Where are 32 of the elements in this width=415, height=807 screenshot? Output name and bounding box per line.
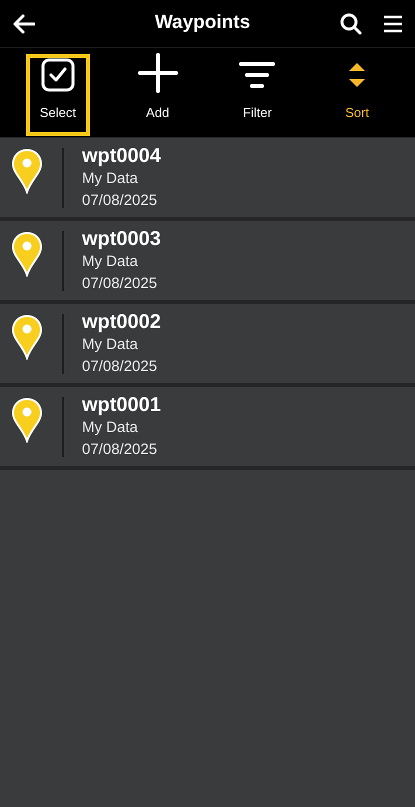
waypoint-source: My Data [82, 252, 139, 272]
checkbox-icon [40, 58, 75, 92]
waypoint-date: 07/08/2025 [82, 440, 158, 460]
page-title: Waypoints [154, 11, 250, 36]
waypoint-row[interactable]: wpt0001 My Data 07/08/2025 [0, 387, 415, 466]
waypoint-name: wpt0003 [82, 226, 161, 250]
waypoint-source: My Data [82, 418, 139, 438]
sort-icon [347, 61, 368, 90]
map-pin-icon [11, 397, 43, 443]
toolbar-button[interactable]: Select [26, 54, 90, 136]
waypoint-row[interactable]: wpt0004 My Data 07/08/2025 [0, 138, 415, 217]
back-arrow-icon [13, 14, 35, 34]
waypoint-row[interactable]: wpt0003 My Data 07/08/2025 [0, 221, 415, 300]
waypoint-name: wpt0004 [82, 144, 161, 168]
waypoint-source: My Data [82, 168, 139, 188]
map-pin-icon [11, 314, 43, 360]
waypoint-date: 07/08/2025 [82, 356, 158, 376]
waypoint-date: 07/08/2025 [82, 190, 158, 210]
plus-icon [138, 52, 178, 92]
map-pin-icon [11, 231, 43, 277]
filter-icon [239, 61, 276, 90]
menu-icon [383, 14, 403, 32]
waypoint-date: 07/08/2025 [82, 274, 158, 294]
toolbar-button[interactable]: Filter [225, 54, 290, 136]
map-pin-icon [11, 148, 43, 194]
waypoint-name: wpt0002 [82, 310, 161, 334]
waypoint-source: My Data [82, 334, 139, 354]
waypoint-name: wpt0001 [82, 392, 161, 416]
toolbar-button[interactable]: Sort [325, 54, 390, 136]
toolbar-button[interactable]: Add [126, 54, 190, 136]
search-icon [340, 12, 362, 34]
waypoint-row[interactable]: wpt0002 My Data 07/08/2025 [0, 304, 415, 383]
